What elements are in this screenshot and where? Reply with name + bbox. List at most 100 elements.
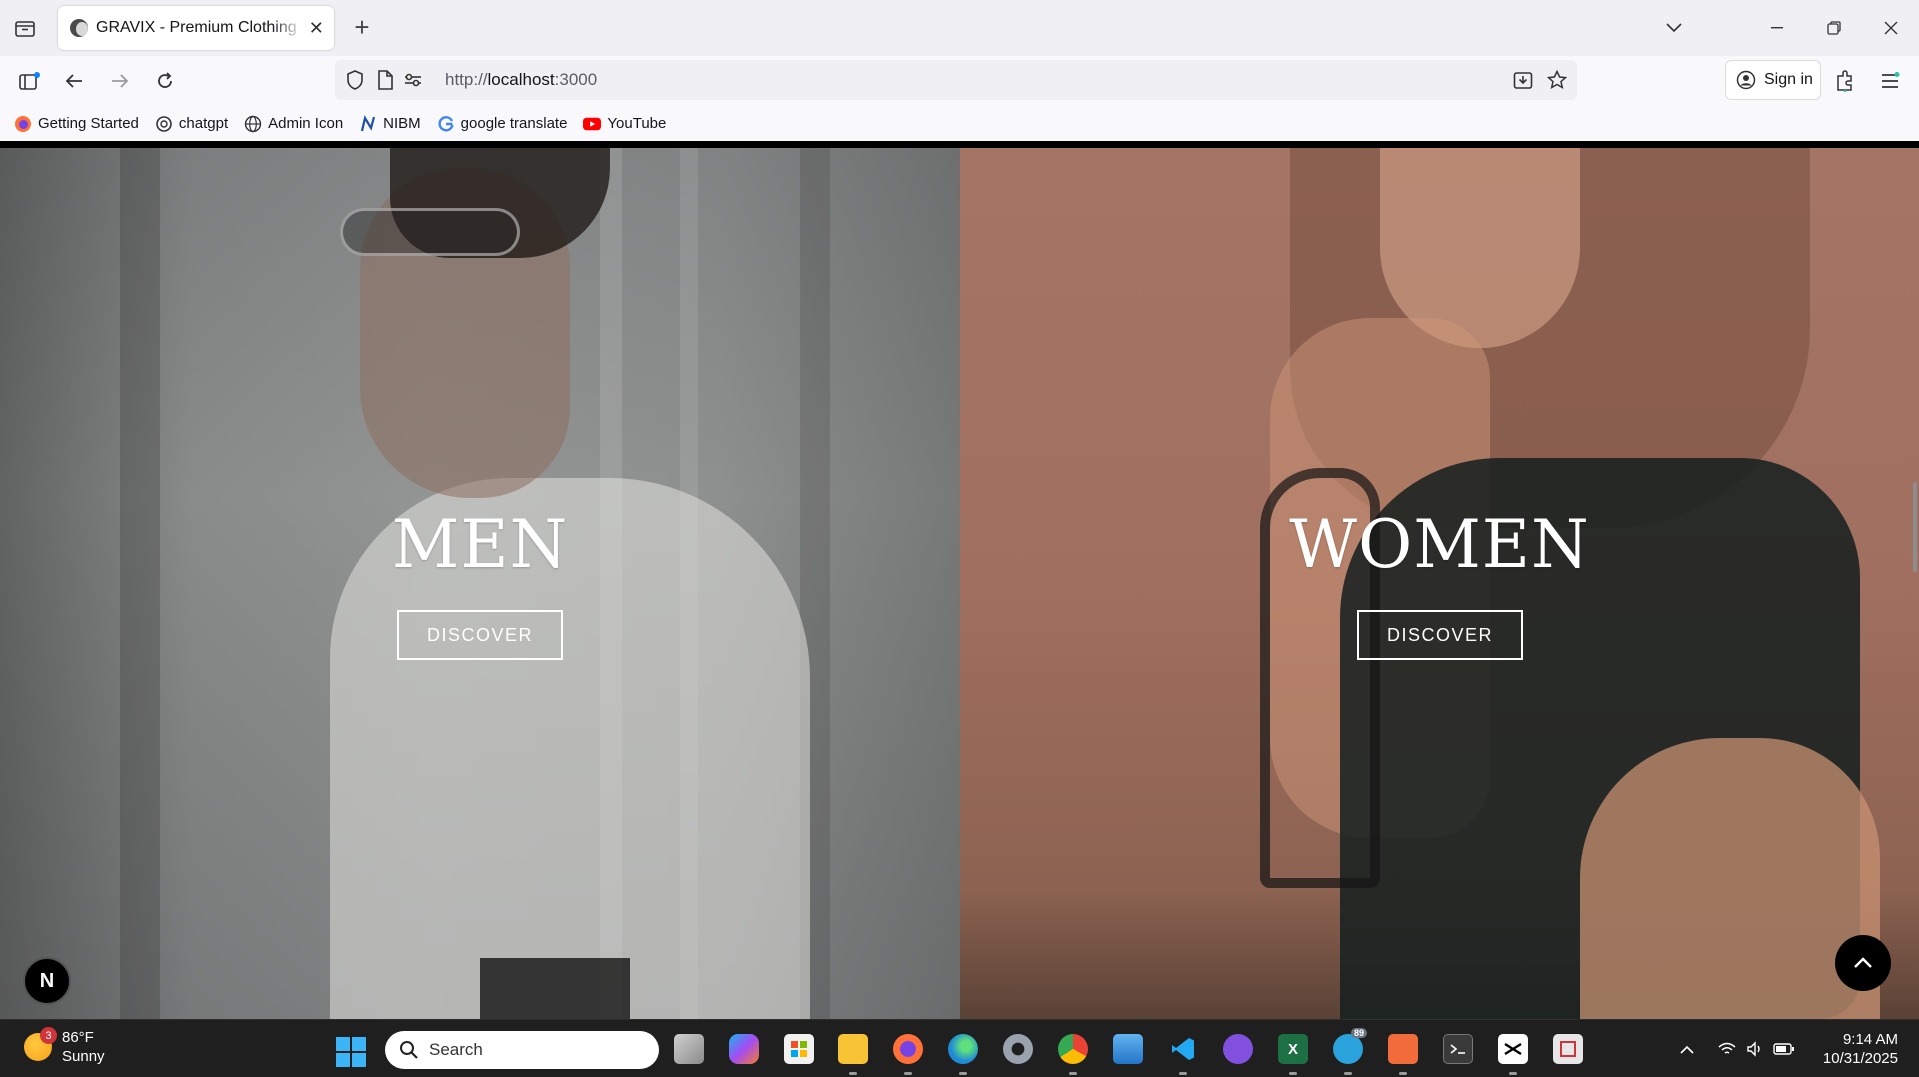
restore-icon[interactable]	[1811, 10, 1857, 46]
windows-start-icon[interactable]	[336, 1037, 366, 1067]
url-text[interactable]: http://localhost:3000	[445, 70, 597, 90]
running-indicator	[959, 1072, 967, 1075]
bookmark-youtube[interactable]: YouTube	[583, 115, 666, 133]
bookmark-label: YouTube	[607, 115, 667, 132]
openai-icon	[155, 115, 173, 133]
building-pillar-shape	[120, 148, 160, 1019]
system-clock[interactable]: 9:14 AM 10/31/2025	[1810, 1030, 1898, 1068]
sidebar-toggle-icon[interactable]	[14, 65, 46, 97]
url-host: localhost	[487, 70, 555, 89]
google-icon	[437, 115, 455, 133]
vscode-icon[interactable]	[1168, 1034, 1198, 1064]
clock-time: 9:14 AM	[1842, 1031, 1898, 1048]
running-indicator	[1289, 1072, 1297, 1075]
bookmark-nibm[interactable]: NIBM	[359, 114, 421, 133]
tab-close-icon[interactable]: ✕	[309, 18, 324, 39]
minimize-icon[interactable]	[1754, 10, 1800, 46]
sign-in-button[interactable]: Sign in	[1725, 60, 1821, 100]
bookmark-label: NIBM	[383, 115, 421, 132]
search-placeholder: Search	[429, 1040, 483, 1059]
excel-icon[interactable]: X	[1278, 1034, 1308, 1064]
terminal-icon[interactable]	[1443, 1034, 1473, 1064]
navigation-toolbar: http://localhost:3000 Sign in	[0, 56, 1919, 106]
bookmark-label: chatgpt	[178, 115, 229, 132]
telegram-icon[interactable]: 89	[1333, 1028, 1368, 1064]
belt-shape	[480, 958, 630, 1019]
telegram-unread-badge: 89	[1351, 1028, 1368, 1038]
taskbar-search[interactable]: Search	[385, 1031, 659, 1069]
volume-icon[interactable]	[1744, 1038, 1766, 1060]
page-scrollbar[interactable]	[1913, 482, 1917, 572]
women-discover-button[interactable]: DISCOVER	[1357, 610, 1523, 660]
bookmark-chatgpt[interactable]: chatgpt	[155, 115, 228, 133]
next-dev-badge[interactable]: N	[23, 957, 71, 1005]
wifi-icon[interactable]	[1716, 1038, 1738, 1060]
permissions-icon[interactable]	[401, 68, 425, 92]
bookmark-getting-started[interactable]: Getting Started	[14, 115, 139, 133]
globe-icon	[244, 115, 262, 133]
save-to-pocket-icon[interactable]	[1511, 68, 1535, 92]
microsoft-store-icon[interactable]	[784, 1034, 814, 1064]
tracking-protection-shield-icon[interactable]	[343, 68, 367, 92]
bookmark-star-icon[interactable]	[1545, 68, 1569, 92]
edge-icon[interactable]	[948, 1034, 978, 1064]
settings-gear-icon[interactable]	[1003, 1034, 1033, 1064]
bookmarks-toolbar: Getting Started chatgpt Admin Icon NIBM …	[0, 106, 1919, 141]
list-all-tabs-icon[interactable]	[1660, 14, 1688, 42]
close-window-icon[interactable]	[1868, 10, 1914, 46]
copilot-icon[interactable]	[729, 1034, 759, 1064]
battery-icon[interactable]	[1772, 1038, 1796, 1060]
url-scheme: http://	[445, 70, 488, 89]
capcut-icon[interactable]	[1498, 1034, 1528, 1064]
photos-icon[interactable]	[1113, 1034, 1143, 1064]
men-title: MEN	[391, 506, 569, 583]
running-indicator	[1179, 1072, 1187, 1075]
bookmark-label: Admin Icon	[268, 115, 344, 132]
new-tab-icon[interactable]: +	[350, 14, 374, 42]
show-hidden-icons-chevron-up-icon[interactable]	[1676, 1038, 1698, 1060]
reload-icon[interactable]	[149, 65, 181, 97]
page-info-icon[interactable]	[373, 68, 397, 92]
extensions-icon[interactable]	[1829, 65, 1861, 97]
site-favicon-icon	[70, 19, 88, 37]
firefox-icon	[14, 115, 32, 133]
running-indicator	[904, 1072, 912, 1075]
account-icon	[1736, 70, 1756, 90]
forward-icon[interactable]	[104, 65, 136, 97]
weather-alert-badge: 3	[40, 1027, 57, 1044]
chevron-up-icon	[1854, 957, 1872, 968]
scroll-to-top-button[interactable]	[1835, 935, 1891, 991]
postman-icon[interactable]	[1388, 1034, 1418, 1064]
file-explorer-icon[interactable]	[838, 1034, 868, 1064]
weather-widget[interactable]: 3 86°F Sunny	[24, 1027, 105, 1066]
running-indicator	[1509, 1072, 1517, 1075]
men-category-panel[interactable]: MEN DISCOVER N	[0, 148, 960, 1019]
bookmark-label: Getting Started	[38, 115, 139, 132]
active-tab[interactable]: GRAVIX - Premium Clothing Store ✕	[58, 6, 334, 50]
running-indicator	[849, 1072, 857, 1075]
running-indicator	[1399, 1072, 1407, 1075]
women-title: WOMEN	[1289, 506, 1590, 583]
url-bar[interactable]: http://localhost:3000	[335, 60, 1577, 100]
firefox-taskbar-icon[interactable]	[893, 1034, 923, 1064]
sign-in-label: Sign in	[1764, 71, 1813, 88]
app-menu-icon[interactable]	[1874, 65, 1906, 97]
clock-date: 10/31/2025	[1822, 1050, 1898, 1067]
tab-list-icon[interactable]	[12, 16, 38, 40]
bookmark-google-translate[interactable]: google translate	[437, 115, 568, 133]
chrome-icon[interactable]	[1058, 1034, 1088, 1064]
tab-title: GRAVIX - Premium Clothing Store	[96, 19, 303, 36]
men-discover-button[interactable]: DISCOVER	[397, 610, 563, 660]
tab-bar: GRAVIX - Premium Clothing Store ✕ +	[0, 0, 1919, 56]
snipping-tool-icon[interactable]	[1553, 1034, 1583, 1064]
back-icon[interactable]	[58, 65, 90, 97]
bookmark-label: google translate	[460, 115, 568, 132]
leg-silhouette-shape	[1580, 738, 1880, 1019]
url-port: :3000	[554, 70, 598, 89]
sunny-icon: 3	[24, 1027, 57, 1061]
bookmark-admin-icon[interactable]: Admin Icon	[244, 115, 343, 133]
running-indicator	[1344, 1072, 1352, 1075]
task-view-icon[interactable]	[674, 1034, 704, 1064]
github-desktop-icon[interactable]	[1223, 1034, 1253, 1064]
women-category-panel[interactable]: WOMEN DISCOVER	[960, 148, 1919, 1019]
